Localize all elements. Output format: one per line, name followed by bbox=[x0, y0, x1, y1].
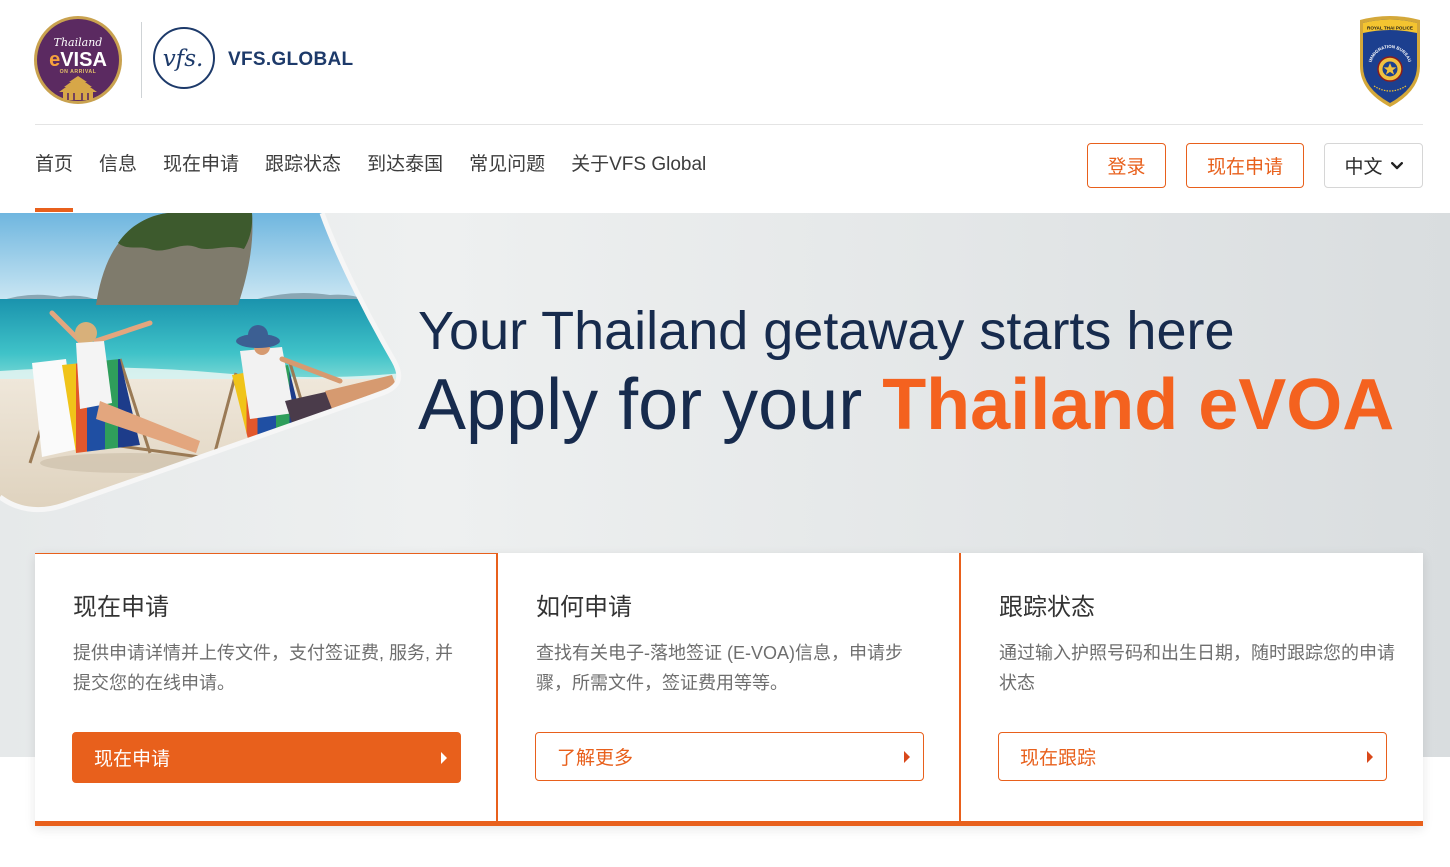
evisa-logo-visa: VISA bbox=[60, 49, 107, 71]
nav-item-label: 首页 bbox=[35, 154, 74, 175]
card-description: 通过输入护照号码和出生日期，随时跟踪您的申请状态 bbox=[999, 643, 1395, 693]
card-title: 现在申请 bbox=[73, 594, 169, 621]
learn-more-button[interactable]: 了解更多 bbox=[535, 732, 924, 781]
card-description: 提供申请详情并上传文件，支付签证费, 服务, 并提交您的在线申请。 bbox=[73, 643, 454, 693]
vfs-wordmark[interactable]: VFS.GLOBAL bbox=[228, 49, 353, 71]
language-selector[interactable]: 中文 bbox=[1324, 143, 1423, 188]
hero-heading: Apply for your Thailand eVOA bbox=[418, 369, 1394, 441]
nav-item-home[interactable]: 首页 bbox=[35, 125, 74, 213]
action-cards: 现在申请 提供申请详情并上传文件，支付签证费, 服务, 并提交您的在线申请。 现… bbox=[35, 553, 1423, 826]
card-button-label: 现在跟踪 bbox=[1020, 748, 1097, 769]
caret-right-icon bbox=[1367, 750, 1373, 763]
thailand-evisa-logo[interactable]: Thailand eVISA ON ARRIVAL bbox=[33, 15, 123, 105]
evisa-logo-e: e bbox=[49, 49, 60, 71]
nav-item-about[interactable]: 关于VFS Global bbox=[571, 125, 706, 213]
nav-item-label: 现在申请 bbox=[163, 154, 240, 175]
hero-tagline: Your Thailand getaway starts here bbox=[418, 301, 1235, 361]
woman-head bbox=[75, 322, 97, 344]
login-button[interactable]: 登录 bbox=[1087, 143, 1166, 188]
track-now-button[interactable]: 现在跟踪 bbox=[998, 732, 1387, 781]
sun-hat-crown bbox=[248, 325, 268, 345]
nav-item-label: 常见问题 bbox=[469, 154, 546, 175]
card-button-label: 现在申请 bbox=[94, 749, 171, 770]
header-actions: 登录 现在申请 中文 bbox=[1087, 143, 1423, 188]
card-title: 如何申请 bbox=[536, 594, 632, 621]
beach-scene bbox=[0, 213, 399, 510]
card-description: 查找有关电子-落地签证 (E-VOA)信息，申请步骤，所需文件，签证费用等等。 bbox=[536, 643, 903, 693]
apply-now-button[interactable]: 现在申请 bbox=[1186, 143, 1304, 188]
nav-item-faq[interactable]: 常见问题 bbox=[469, 125, 545, 213]
evisa-logo-tagline: ON ARRIVAL bbox=[60, 69, 97, 75]
card-title: 跟踪状态 bbox=[999, 594, 1095, 621]
nav-item-label: 到达泰国 bbox=[367, 154, 444, 175]
card-track-status: 跟踪状态 通过输入护照号码和出生日期，随时跟踪您的申请状态 现在跟踪 bbox=[961, 553, 1423, 821]
chair-shadow bbox=[210, 465, 390, 485]
hero-heading-highlight: Thailand eVOA bbox=[882, 365, 1395, 445]
nav-item-label: 关于VFS Global bbox=[571, 154, 707, 175]
chevron-down-icon bbox=[1390, 161, 1403, 169]
vfs-global-logo[interactable]: vfs. bbox=[152, 26, 216, 90]
card-apply-now: 现在申请 提供申请详情并上传文件，支付签证费, 服务, 并提交您的在线申请。 现… bbox=[35, 553, 498, 821]
hero-beach-image bbox=[0, 213, 402, 513]
vfs-logo-monogram: vfs. bbox=[163, 46, 204, 72]
badge-top-text: ROYAL THAI POLICE bbox=[1367, 26, 1413, 31]
caret-right-icon bbox=[441, 751, 447, 764]
caret-right-icon bbox=[904, 750, 910, 763]
evisa-logo-wordmark: eVISA bbox=[49, 49, 107, 71]
royal-thai-police-badge: ROYAL THAI POLICE IMMIGRATION BUREAU bbox=[1360, 16, 1420, 107]
main-nav: 首页 信息 现在申请 跟踪状态 到达泰国 常见问题 关于VFS Global bbox=[35, 125, 706, 213]
card-how-to-apply: 如何申请 查找有关电子-落地签证 (E-VOA)信息，申请步骤，所需文件，签证费… bbox=[498, 553, 961, 821]
logo-divider bbox=[141, 22, 142, 98]
nav-item-label: 跟踪状态 bbox=[265, 154, 342, 175]
card-button-label: 了解更多 bbox=[557, 748, 634, 769]
hero-heading-prefix: Apply for your bbox=[418, 365, 883, 445]
nav-active-indicator bbox=[35, 208, 74, 212]
nav-item-track-status[interactable]: 跟踪状态 bbox=[265, 125, 341, 213]
site-header: Thailand eVISA ON ARRIVAL vfs. VFS.GLOBA… bbox=[0, 0, 1450, 125]
nav-item-label: 信息 bbox=[99, 154, 138, 175]
nav-item-info[interactable]: 信息 bbox=[99, 125, 137, 213]
nav-item-arrival[interactable]: 到达泰国 bbox=[367, 125, 443, 213]
nav-item-apply[interactable]: 现在申请 bbox=[163, 125, 239, 213]
evisa-logo-script: Thailand bbox=[54, 36, 103, 49]
language-label: 中文 bbox=[1344, 157, 1383, 178]
apply-now-card-button[interactable]: 现在申请 bbox=[72, 732, 461, 783]
